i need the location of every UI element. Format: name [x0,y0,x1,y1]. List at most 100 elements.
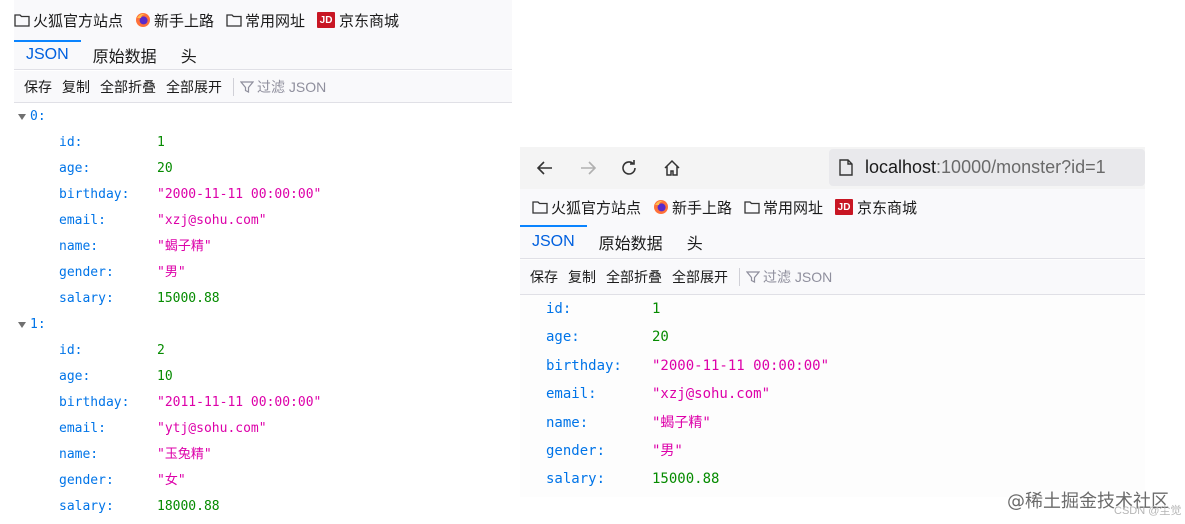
bookmark-jd[interactable]: JD 京东商城 [835,197,917,218]
json-field-row: email: "ytj@sohu.com" [14,416,512,442]
copy-button[interactable]: 复制 [57,77,95,97]
json-field-row: id: 1 [520,295,1145,323]
copy-button[interactable]: 复制 [563,267,601,287]
field-value: "男" [157,265,186,280]
reload-button[interactable] [616,155,642,181]
tab-raw-data[interactable]: 原始数据 [587,225,675,258]
json-field-row: age: 10 [14,364,512,390]
field-key: age: [59,161,91,176]
json-field-row: salary: 15000.88 [14,286,512,312]
viewer-tabs: JSON 原始数据 头 [520,225,1145,259]
field-value: "女" [157,473,186,488]
field-value: 1 [652,301,661,317]
viewer-tabs: JSON 原始数据 头 [14,40,512,70]
json-field-row: birthday: "2011-11-11 00:00:00" [14,390,512,416]
json-toolbar: 保存 复制 全部折叠 全部展开 过滤 JSON [520,260,1145,295]
field-key: gender: [59,265,114,280]
bookmark-jd[interactable]: JD 京东商城 [317,10,399,31]
field-value: 20 [652,329,669,346]
bookmark-common-sites[interactable]: 常用网址 [226,10,305,31]
bookmark-label: 常用网址 [245,12,306,30]
bookmark-label: 火狐官方站点 [33,12,124,30]
collapse-all-button[interactable]: 全部折叠 [601,267,667,287]
bookmark-common-sites[interactable]: 常用网址 [744,197,823,218]
json-field-row: birthday: "2000-11-11 00:00:00" [520,352,1145,380]
bookmark-firefox-official[interactable]: 火狐官方站点 [532,197,641,218]
forward-arrow-icon [581,161,597,175]
field-key: age: [59,369,91,384]
bookmark-label: 新手上路 [154,12,215,30]
url-path: :10000/monster?id=1 [936,157,1106,177]
bookmarks-bar: 火狐官方站点 新手上路 常用网址 JD 京东商城 [14,0,512,40]
json-field-row: birthday: "2000-11-11 00:00:00" [14,182,512,208]
field-value: "蝎子精" [652,414,711,431]
field-value: "2000-11-11 00:00:00" [652,357,830,374]
url-host: localhost [865,157,937,177]
expand-toggle-icon[interactable] [18,113,26,120]
tab-raw-data[interactable]: 原始数据 [81,40,169,69]
field-key: id: [546,301,572,317]
json-field-row: name: "蝎子精" [520,409,1145,437]
json-object-row[interactable]: 1: [14,312,512,338]
save-button[interactable]: 保存 [14,77,57,97]
json-field-row: gender: "女" [14,468,512,494]
json-toolbar: 保存 复制 全部折叠 全部展开 过滤 JSON [14,71,512,103]
field-value: 15000.88 [157,291,220,306]
json-tree: id: 1 age: 20 birthday: "2000-11-11 00:00:0… [520,295,1145,494]
json-field-row: gender: "男" [14,260,512,286]
field-key: email: [546,386,597,403]
folder-icon [14,14,30,27]
bookmarks-bar: 火狐官方站点 新手上路 常用网址 JD 京东商城 [520,189,1145,225]
tab-json[interactable]: JSON [14,40,81,69]
field-key: birthday: [59,395,130,410]
tab-headers[interactable]: 头 [169,40,209,69]
json-field-row: name: "玉兔精" [14,442,512,468]
url-bar[interactable]: localhost:10000/monster?id=1 [829,149,1145,186]
field-key: name: [546,414,589,431]
tab-json[interactable]: JSON [520,225,587,258]
field-value: "ytj@sohu.com" [157,421,267,436]
json-field-row: email: "xzj@sohu.com" [14,208,512,234]
filter-placeholder: 过滤 JSON [257,78,327,95]
navigation-bar: localhost:10000/monster?id=1 [520,147,1145,189]
field-value: "男" [652,442,683,459]
expand-toggle-icon[interactable] [18,321,26,328]
json-field-row: email: "xzj@sohu.com" [520,380,1145,408]
json-tree: 0: id: 1 age: 20 birthday: "2000-11-11 00:0… [14,104,512,520]
home-button[interactable] [659,155,685,181]
field-value: "2011-11-11 00:00:00" [157,395,322,410]
tab-headers[interactable]: 头 [675,225,715,258]
jd-icon: JD [317,12,336,28]
back-button[interactable] [532,155,558,181]
bookmark-getting-started[interactable]: 新手上路 [135,10,214,31]
firefox-icon [136,13,151,27]
field-key: email: [59,213,106,228]
csdn-watermark: CSDN @尘觉 [1114,505,1182,517]
filter-icon [746,271,760,283]
field-key: name: [59,447,99,462]
save-button[interactable]: 保存 [520,267,563,287]
bookmark-getting-started[interactable]: 新手上路 [653,197,732,218]
json-field-row: salary: 18000.88 [14,494,512,520]
json-field-row: age: 20 [14,156,512,182]
filter-json-input[interactable]: 过滤 JSON [240,77,326,97]
bookmark-label: 京东商城 [339,12,400,30]
bookmark-label: 京东商城 [857,199,918,217]
field-key: salary: [546,471,606,488]
collapse-all-button[interactable]: 全部折叠 [95,77,161,97]
field-value: 20 [157,161,173,176]
bookmark-label: 新手上路 [672,199,733,217]
bookmark-firefox-official[interactable]: 火狐官方站点 [14,10,123,31]
right-browser-window: localhost:10000/monster?id=1 火狐官方站点 新手上路… [520,147,1145,497]
expand-all-button[interactable]: 全部展开 [161,77,227,97]
expand-all-button[interactable]: 全部展开 [667,267,733,287]
field-value: 18000.88 [157,499,220,514]
field-key: birthday: [59,187,130,202]
filter-json-input[interactable]: 过滤 JSON [746,267,832,287]
json-object-row[interactable]: 0: [14,104,512,130]
forward-button[interactable] [575,155,601,181]
json-field-row: gender: "男" [520,437,1145,465]
field-value: 15000.88 [652,471,720,488]
bookmark-label: 火狐官方站点 [551,199,642,217]
back-arrow-icon [536,161,552,175]
